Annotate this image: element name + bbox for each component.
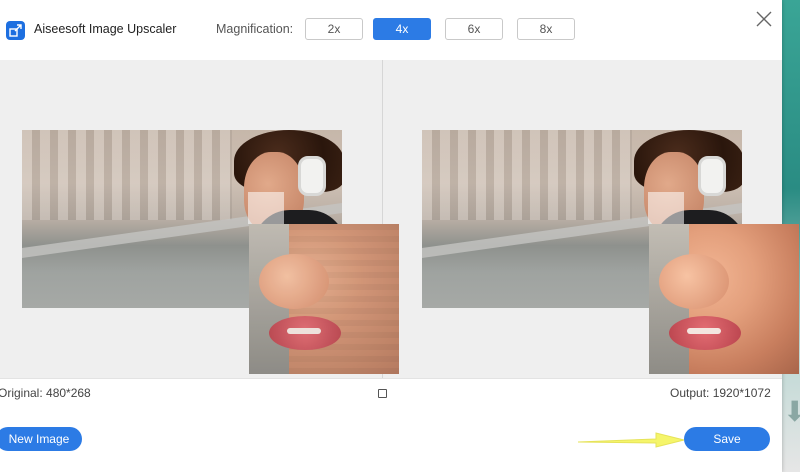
save-button[interactable]: Save [684, 427, 770, 451]
compare-icon[interactable] [378, 389, 387, 398]
image-upscale-icon [6, 21, 25, 40]
original-size-label: Original: 480*268 [0, 386, 91, 400]
output-zoom-inset [649, 224, 799, 374]
new-image-button[interactable]: New Image [0, 427, 82, 451]
app-title: Aiseesoft Image Upscaler [34, 22, 177, 36]
title-bar: Aiseesoft Image Upscaler Magnification: … [0, 0, 782, 60]
output-size-label: Output: 1920*1072 [670, 386, 771, 400]
arrow-right-annotation [577, 432, 685, 448]
close-icon[interactable] [753, 8, 775, 30]
upscaler-window: Aiseesoft Image Upscaler Magnification: … [0, 0, 799, 472]
magnification-4x-button[interactable]: 4x [373, 18, 431, 40]
magnification-8x-button[interactable]: 8x [517, 18, 575, 40]
magnification-6x-button[interactable]: 6x [445, 18, 503, 40]
magnification-label: Magnification: [216, 22, 294, 36]
original-zoom-inset [249, 224, 399, 374]
footer-separator [0, 378, 782, 379]
background-shape-icon: ⬇ [783, 396, 800, 427]
magnification-2x-button[interactable]: 2x [305, 18, 363, 40]
